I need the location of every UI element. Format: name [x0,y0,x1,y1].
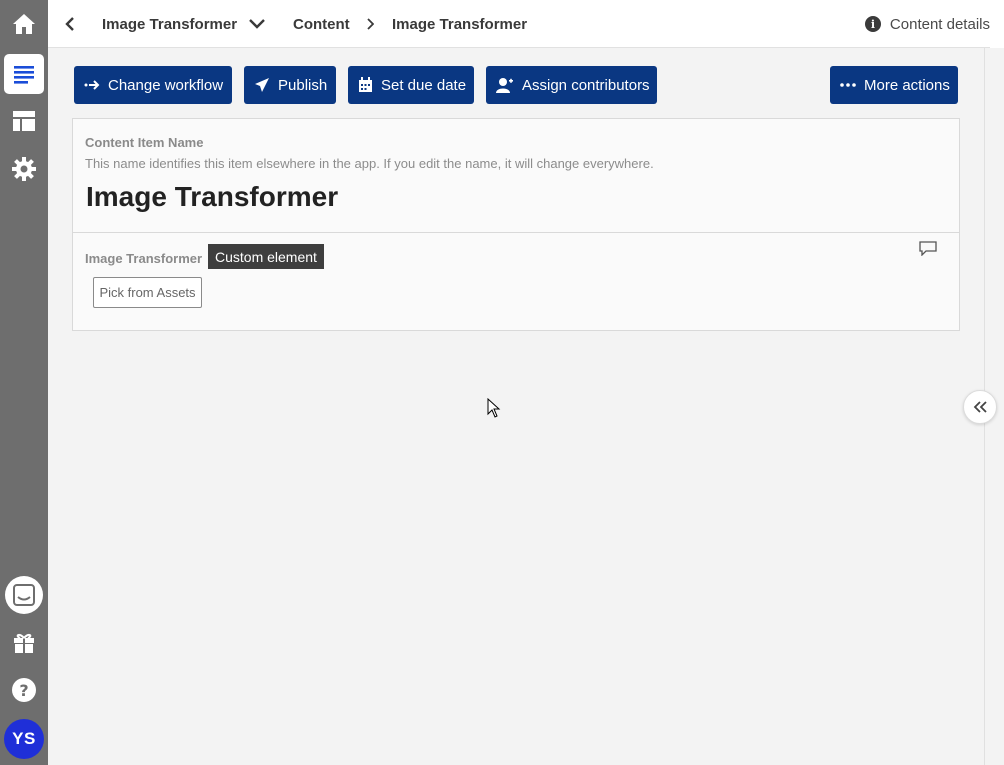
set-due-date-label: Set due date [381,76,467,94]
chat-icon[interactable] [4,575,44,615]
content-item-name-hint: This name identifies this item elsewhere… [85,156,654,171]
change-workflow-button[interactable]: Change workflow [74,66,232,104]
paper-plane-icon [254,77,270,93]
gear-icon[interactable] [4,149,44,189]
ellipsis-icon [840,83,856,87]
help-icon[interactable]: ? [4,670,44,710]
expand-sidebar-button[interactable] [963,390,997,424]
assign-contributors-label: Assign contributors [522,76,650,94]
content-item-name-field[interactable]: Image Transformer [86,181,338,213]
assign-contributors-button[interactable]: Assign contributors [486,66,657,104]
svg-text:?: ? [19,681,28,700]
comment-icon[interactable] [919,241,937,261]
more-actions-button[interactable]: More actions [830,66,958,104]
back-button[interactable] [64,0,76,48]
gift-icon[interactable] [4,622,44,662]
pick-from-assets-button[interactable]: Pick from Assets [93,277,202,308]
left-navigation-rail: ? [0,0,48,765]
content-details-label: Content details [889,15,990,33]
custom-element-panel: Image Transformer Custom element Pick fr… [72,232,960,331]
info-icon: i [864,16,881,32]
item-title: Image Transformer [102,15,238,33]
set-due-date-button[interactable]: Set due date [348,66,474,104]
user-add-icon [496,77,514,93]
custom-element-tooltip: Custom element [208,244,324,269]
change-workflow-label: Change workflow [108,76,224,94]
calendar-icon [358,77,373,93]
breadcrumb-content[interactable]: Content [293,0,350,48]
title-dropdown-button[interactable] [248,0,266,48]
mouse-cursor-icon [487,397,501,423]
scrollbar-track-top [990,0,1004,48]
double-chevron-left-icon [973,401,987,413]
content-list-icon[interactable] [4,54,44,94]
arrow-right-icon [84,79,100,91]
content-details-button[interactable]: i Content details [864,0,990,48]
home-icon[interactable] [4,4,44,44]
top-bar: Image Transformer Content Image Transfor… [48,0,990,48]
breadcrumb-separator-icon [366,0,374,48]
element-label: Image Transformer [85,251,203,266]
publish-button[interactable]: Publish [244,66,336,104]
publish-label: Publish [278,76,328,94]
layout-icon[interactable] [4,101,44,141]
content-item-name-panel: Content Item Name This name identifies t… [72,118,960,233]
content-item-name-label: Content Item Name [85,135,204,150]
user-avatar[interactable]: YS [4,719,44,759]
more-actions-label: More actions [864,76,950,94]
breadcrumb-current: Image Transformer [392,15,528,33]
